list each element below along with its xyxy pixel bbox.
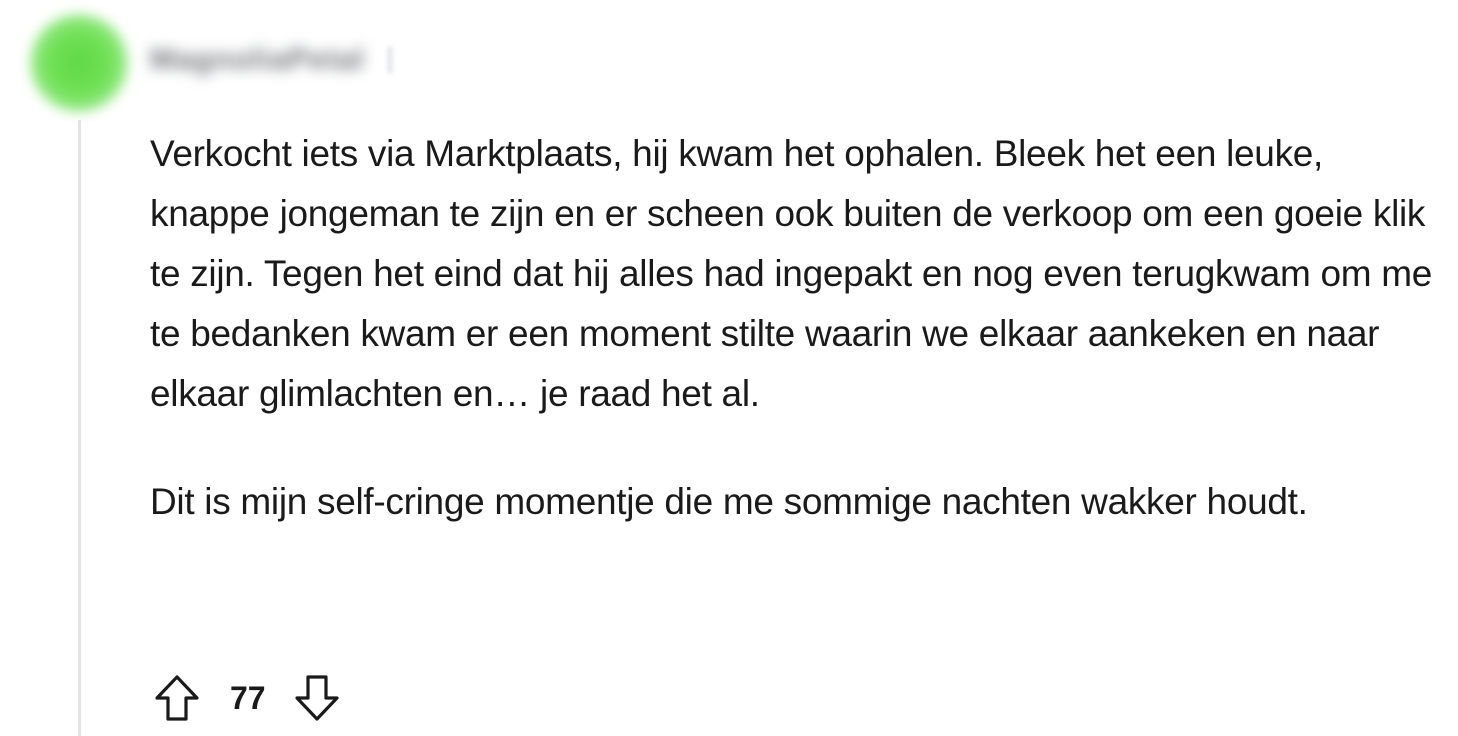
arrow-up-outline-icon: [155, 675, 199, 721]
header-divider: [386, 46, 393, 74]
vote-score: 77: [230, 679, 266, 716]
upvote-button[interactable]: [152, 673, 202, 723]
username[interactable]: MagnoliaPetal: [150, 43, 365, 77]
thread-line[interactable]: [78, 120, 81, 736]
comment-header: MagnoliaPetal: [150, 38, 393, 82]
comment-paragraph-2: Dit is mijn self-cringe momentje die me …: [150, 481, 1308, 522]
comment-actions: 77: [152, 672, 342, 724]
avatar[interactable]: [30, 14, 128, 112]
comment-body: Verkocht iets via Marktplaats, hij kwam …: [150, 124, 1450, 532]
downvote-button[interactable]: [292, 673, 342, 723]
arrow-down-outline-icon: [294, 675, 339, 721]
comment-paragraph-1: Verkocht iets via Marktplaats, hij kwam …: [150, 133, 1433, 414]
